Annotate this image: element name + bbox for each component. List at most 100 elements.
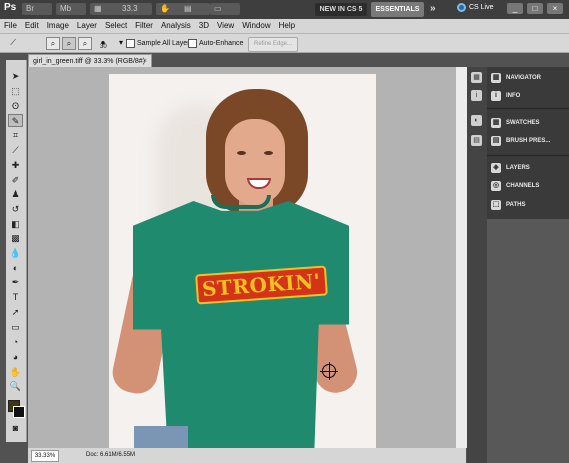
cs-live-button[interactable]: CS Live [457, 3, 494, 12]
new-selection-icon[interactable]: ⌕ [46, 37, 60, 50]
layers-icon: ◈ [491, 163, 501, 173]
document-tab[interactable]: girl_in_green.tiff @ 33.3% (RGB/8#) × [28, 54, 152, 67]
workspace-overflow-button[interactable]: » [430, 3, 436, 14]
quick-selection-tool-icon[interactable]: ✎ [8, 114, 23, 127]
checkbox-box [188, 39, 197, 48]
menu-3d[interactable]: 3D [195, 19, 213, 33]
close-window-button[interactable]: × [547, 3, 563, 14]
panel-layers[interactable]: ◈ LAYERS [487, 160, 569, 176]
view-extras-button[interactable]: ▦ [90, 3, 120, 15]
minimize-button[interactable]: _ [507, 3, 523, 14]
sample-all-layers-label: Sample All Layers [137, 40, 194, 47]
refine-edge-button[interactable]: Refine Edge... [248, 37, 298, 52]
cs-live-label: CS Live [469, 4, 494, 11]
jeans [134, 426, 188, 448]
menu-bar: File Edit Image Layer Select Filter Anal… [0, 19, 569, 33]
lasso-tool-icon[interactable]: ʘ [8, 100, 23, 113]
dock-brush-presets-icon[interactable]: ▤ [471, 135, 482, 146]
photoshop-logo: Ps [4, 2, 17, 13]
history-brush-tool-icon[interactable]: ↺ [8, 203, 23, 216]
maximize-button[interactable]: □ [527, 3, 543, 14]
background-color-swatch[interactable] [13, 406, 25, 418]
panel-brush-presets-label: BRUSH PRES... [506, 138, 551, 144]
brush-tool-icon[interactable]: ✐ [8, 174, 23, 187]
3d-rotate-tool-icon[interactable]: ◔ [8, 336, 23, 349]
swatches-icon: ▦ [491, 118, 501, 128]
subtract-from-selection-icon[interactable]: ⌕ [78, 37, 92, 50]
menu-select[interactable]: Select [101, 19, 131, 33]
workspace-new-in-cs5-button[interactable]: NEW IN CS 5 [315, 3, 367, 16]
zoom-percent-field[interactable]: 33.33% [31, 450, 59, 462]
minibridge-button[interactable]: Mb [56, 3, 86, 15]
eraser-tool-icon[interactable]: ◧ [8, 218, 23, 231]
arrange-documents-button[interactable]: ▤ [180, 3, 210, 15]
brush-size-value: 30 [100, 44, 107, 50]
move-tool-icon[interactable]: ➤ [8, 70, 23, 83]
type-tool-icon[interactable]: T [8, 291, 23, 304]
quick-mask-icon[interactable]: ◙ [8, 422, 23, 435]
panel-navigator-label: NAVIGATOR [506, 75, 542, 81]
panel-dock-strip: ▦ i ◐ ▤ [467, 67, 487, 463]
menu-analysis[interactable]: Analysis [157, 19, 195, 33]
panel-swatches[interactable]: ▦ SWATCHES [487, 115, 569, 131]
panel-brush-presets[interactable]: ▤ BRUSH PRES... [487, 133, 569, 149]
3d-orbit-tool-icon[interactable]: ◕ [8, 351, 23, 364]
menu-view[interactable]: View [213, 19, 238, 33]
menu-filter[interactable]: Filter [131, 19, 157, 33]
document-size-info[interactable]: Doc: 6.61M/6.55M [86, 448, 135, 463]
path-selection-tool-icon[interactable]: ➚ [8, 306, 23, 319]
options-bar: ⟋ ⌕ ⌕ ⌕ ● 30 ▾ Sample All Layers Auto-En… [0, 33, 569, 53]
gradient-tool-icon[interactable]: ▩ [8, 232, 23, 245]
menu-image[interactable]: Image [43, 19, 73, 33]
workspace-essentials-button[interactable]: ESSENTIALS [371, 2, 424, 17]
hand-tool-icon[interactable]: ✋ [8, 366, 23, 379]
dock-swatches-icon[interactable]: ◐ [471, 115, 482, 126]
menu-layer[interactable]: Layer [73, 19, 101, 33]
blur-tool-icon[interactable]: 💧 [8, 247, 23, 260]
bridge-button[interactable]: Br [22, 3, 52, 15]
screen-mode-button[interactable]: ▭ [210, 3, 240, 15]
right-eye [264, 151, 273, 155]
auto-enhance-checkbox[interactable]: Auto-Enhance [188, 39, 243, 48]
panel-channels[interactable]: ◎ CHANNELS [487, 178, 569, 194]
brush-presets-icon: ▤ [491, 136, 501, 146]
menu-file[interactable]: File [0, 19, 21, 33]
panel-layers-label: LAYERS [506, 165, 530, 171]
tool-preset-picker[interactable]: ⟋ [6, 37, 20, 50]
zoom-tool-icon[interactable]: 🔍 [8, 380, 23, 393]
healing-brush-tool-icon[interactable]: ✚ [8, 159, 23, 172]
pen-tool-icon[interactable]: ✒ [8, 276, 23, 289]
dock-info-icon[interactable]: i [471, 90, 482, 101]
sample-all-layers-checkbox[interactable]: Sample All Layers [126, 39, 193, 48]
panel-divider [487, 155, 569, 156]
crop-tool-icon[interactable]: ⌗ [8, 129, 23, 142]
dock-navigator-icon[interactable]: ▦ [471, 72, 482, 83]
shirt-collar [211, 195, 271, 209]
checkbox-box [126, 39, 135, 48]
photo-canvas[interactable]: STROKIN' [109, 74, 376, 448]
zoom-level-dropdown[interactable]: 33.3 [118, 3, 152, 15]
application-bar: Ps Br Mb ▦ 33.3 ✋ ▤ ▭ NEW IN CS 5 ESSENT… [0, 0, 569, 19]
face [225, 119, 285, 205]
menu-edit[interactable]: Edit [21, 19, 43, 33]
document-tab-title: girl_in_green.tiff @ 33.3% (RGB/8#) [33, 58, 146, 65]
panel-paths[interactable]: ⬚ PATHS [487, 197, 569, 213]
add-to-selection-icon[interactable]: ⌕ [62, 37, 76, 50]
menu-help[interactable]: Help [275, 19, 299, 33]
green-tshirt [133, 201, 349, 448]
dodge-tool-icon[interactable]: ◐ [8, 262, 23, 275]
panel-navigator[interactable]: ▦ NAVIGATOR [487, 70, 569, 86]
shape-tool-icon[interactable]: ▭ [8, 321, 23, 334]
menu-window[interactable]: Window [238, 19, 274, 33]
eyedropper-tool-icon[interactable]: ⟋ [8, 144, 23, 157]
cs-live-icon [457, 3, 466, 12]
clone-stamp-tool-icon[interactable]: ♟ [8, 188, 23, 201]
panel-info[interactable]: i INFO [487, 88, 569, 104]
tools-panel: ➤ ⬚ ʘ ✎ ⌗ ⟋ ✚ ✐ ♟ ↺ ◧ ▩ 💧 ◐ ✒ T ➚ ▭ ◔ ◕ … [6, 60, 27, 442]
panel-swatches-label: SWATCHES [506, 120, 540, 126]
panel-paths-label: PATHS [506, 202, 526, 208]
vertical-scrollbar[interactable] [456, 67, 467, 448]
navigator-icon: ▦ [491, 73, 501, 83]
marquee-tool-icon[interactable]: ⬚ [8, 85, 23, 98]
paths-icon: ⬚ [491, 200, 501, 210]
